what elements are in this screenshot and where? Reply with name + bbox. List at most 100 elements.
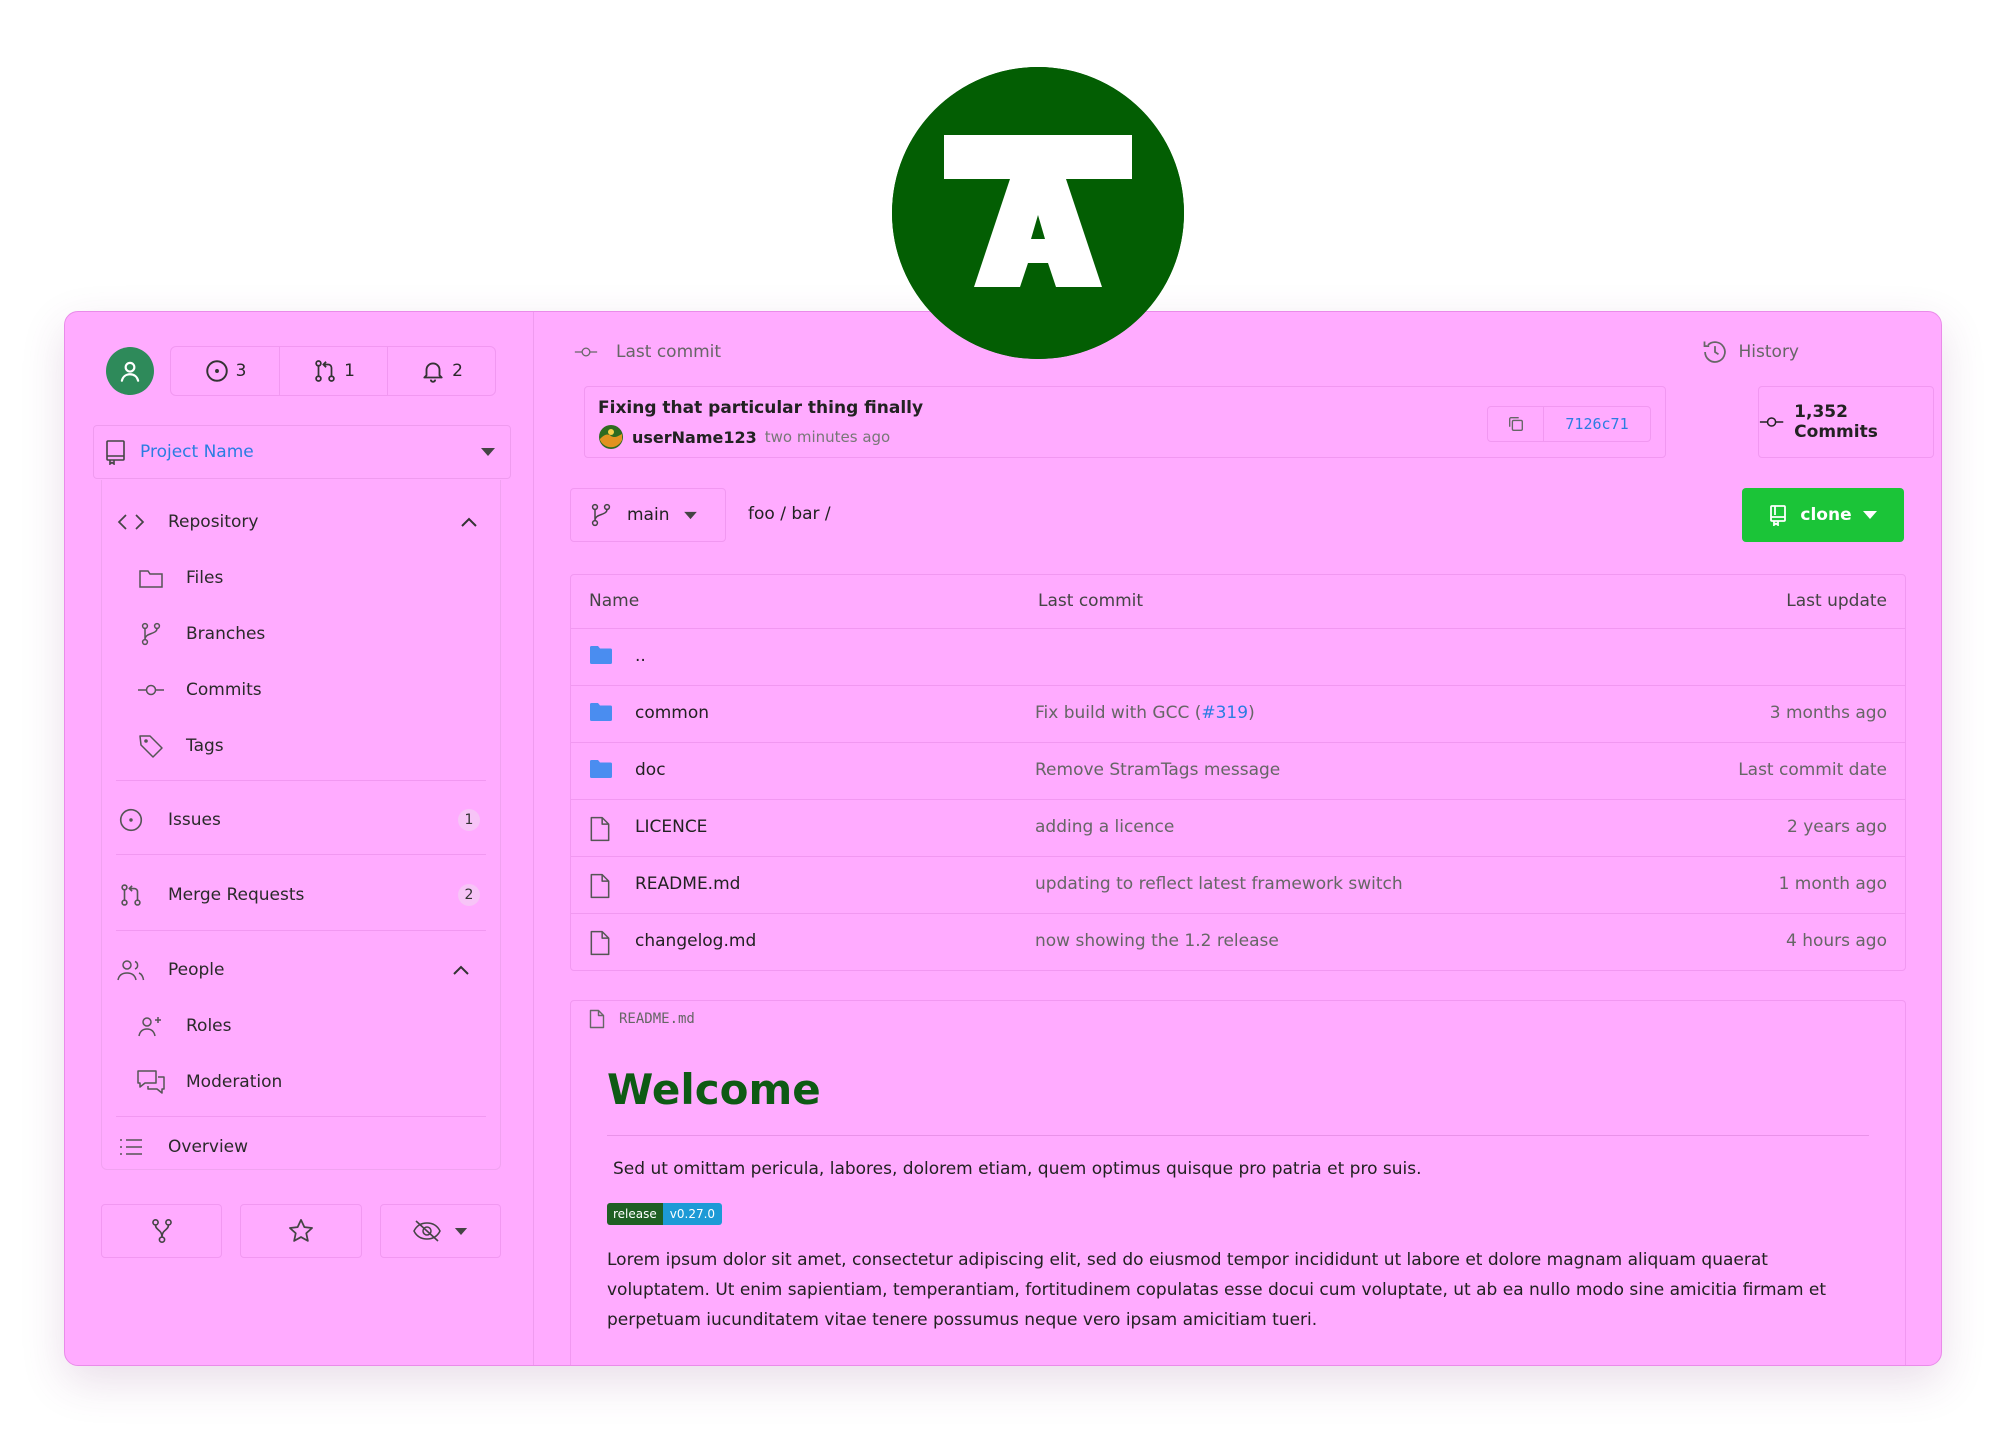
file-commit-message[interactable]: adding a licence [1035,817,1174,837]
code-icon [116,507,146,537]
nav-tags[interactable]: Tags [102,726,500,766]
watch-button[interactable] [379,1204,501,1258]
commit-sha-group: 7126c71 [1487,406,1651,442]
file-last-update: Last commit date [1738,760,1887,780]
folder-icon [589,759,613,783]
branch-icon [591,503,611,527]
history-header[interactable]: History [1701,338,1799,366]
column-header-last-commit[interactable]: Last commit [1038,591,1143,611]
file-commit-message[interactable]: updating to reflect latest framework swi… [1035,874,1403,894]
commit-message-text: now showing the 1.2 release [1035,931,1279,951]
commits-count-button[interactable]: 1,352 Commits [1758,386,1934,458]
notifications-counter-button[interactable]: 2 [387,347,495,395]
release-badge[interactable]: release v0.27.0 [607,1203,723,1225]
branch-name: main [627,505,670,525]
readme-intro: Sed ut omittam pericula, labores, dolore… [613,1159,1422,1179]
nav-roles-label: Roles [186,1016,232,1036]
nav-commits[interactable]: Commits [102,670,500,710]
clone-button[interactable]: clone [1742,488,1904,542]
folder-icon [589,645,613,669]
commit-icon [1759,417,1784,427]
project-actions [101,1204,501,1258]
nav-people[interactable]: People [102,950,500,990]
nav-issues-label: Issues [168,810,221,830]
file-table-row[interactable]: .. [571,629,1905,686]
file-name-link[interactable]: doc [635,760,666,780]
star-button[interactable] [240,1204,362,1258]
commit-sha-link[interactable]: 7126c71 [1544,407,1650,441]
nav-repository[interactable]: Repository [102,502,500,542]
file-browser-table: Name Last commit Last update .. common Fix… [570,574,1906,971]
chevron-up-icon[interactable] [460,513,478,532]
list-icon [116,1132,146,1162]
nav-merge-requests-label: Merge Requests [168,885,305,905]
repository-book-icon [1770,505,1787,526]
nav-files[interactable]: Files [102,558,500,598]
file-name-link[interactable]: common [635,703,709,723]
file-name-link[interactable]: LICENCE [635,817,707,837]
nav-moderation[interactable]: Moderation [102,1062,500,1102]
author-avatar[interactable] [598,424,624,450]
star-icon [289,1219,313,1242]
commit-author-name[interactable]: userName123 [632,428,757,447]
issue-icon [205,360,228,382]
file-icon [590,930,610,956]
nav-branches-label: Branches [186,624,266,644]
file-table-row[interactable]: README.md updating to reflect latest fram… [571,857,1905,914]
commit-author-row: userName123 two minutes ago [598,424,890,450]
branch-selector[interactable]: main [570,488,726,542]
app-window: 3 1 2 Project Name Repository Files Bran… [64,311,1942,1366]
column-header-last-update[interactable]: Last update [1786,591,1887,611]
commit-title[interactable]: Fixing that particular thing finally [598,398,923,418]
commit-message-text: updating to reflect latest framework swi… [1035,874,1403,894]
file-table-row[interactable]: common Fix build with GCC (#319) 3 months … [571,686,1905,743]
fork-icon [151,1218,172,1244]
issue-link[interactable]: #319 [1201,703,1248,723]
copy-icon [1508,417,1523,431]
file-commit-message[interactable]: Remove StramTags message [1035,760,1280,780]
file-name-link[interactable]: changelog.md [635,931,756,951]
file-commit-message[interactable]: now showing the 1.2 release [1035,931,1279,951]
column-header-name[interactable]: Name [589,591,639,611]
file-last-update: 3 months ago [1769,703,1887,723]
merge-requests-counter-button[interactable]: 1 [279,347,387,395]
file-last-update: 2 years ago [1786,817,1887,837]
folder-outline-icon [136,563,166,593]
caret-down-icon [684,511,698,519]
chat-bubbles-icon [136,1067,166,1097]
project-name: Project Name [140,442,254,462]
nav-divider [116,930,486,931]
breadcrumb-path[interactable]: foo / bar / [748,504,831,524]
file-table-row[interactable]: doc Remove StramTags message Last commit d… [571,743,1905,800]
nav-branches[interactable]: Branches [102,614,500,654]
user-icon [120,361,140,382]
folder-icon [590,760,612,778]
nav-repository-label: Repository [168,512,259,532]
file-table-row[interactable]: LICENCE adding a licence 2 years ago [571,800,1905,857]
project-selector[interactable]: Project Name [93,425,511,479]
commit-icon [136,675,166,705]
tag-icon [136,731,166,761]
issues-counter-button[interactable]: 3 [171,347,279,395]
user-topbar: 3 1 2 [106,346,496,396]
nav-overview[interactable]: Overview [102,1127,500,1167]
copy-sha-button[interactable] [1488,407,1544,441]
file-name-link[interactable]: .. [635,646,646,666]
file-name-link[interactable]: README.md [635,874,740,894]
file-table-row[interactable]: changelog.md now showing the 1.2 release 4… [571,914,1905,971]
caret-down-icon [1862,511,1877,519]
fork-button[interactable] [101,1204,223,1258]
file-last-update: 4 hours ago [1785,931,1887,951]
caret-down-icon [455,1227,468,1235]
avatar[interactable] [106,347,154,395]
file-commit-message[interactable]: Fix build with GCC (#319) [1035,703,1255,723]
nav-issues[interactable]: Issues 1 [102,800,500,840]
file-table-header: Name Last commit Last update [571,575,1905,629]
merge-request-icon [315,360,335,382]
nav-merge-requests[interactable]: Merge Requests 2 [102,875,500,915]
file-icon [590,873,610,899]
commit-time: two minutes ago [764,428,891,446]
eye-off-icon [413,1220,442,1242]
nav-roles[interactable]: Roles [102,1006,500,1046]
chevron-up-icon[interactable] [452,961,470,980]
